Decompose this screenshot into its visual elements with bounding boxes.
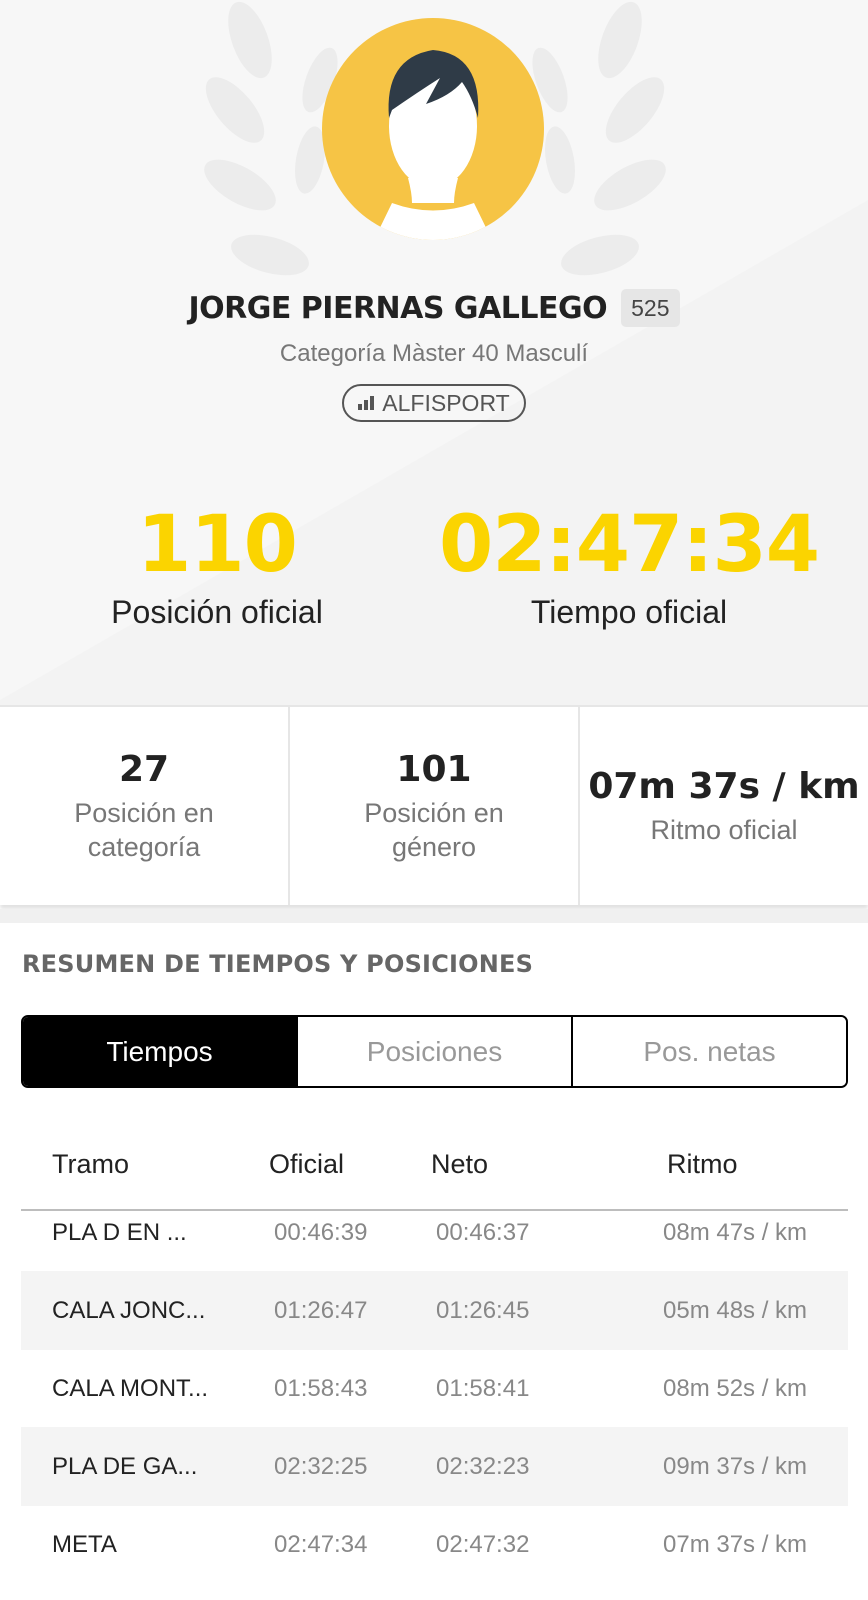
gender-position-value: 101	[396, 748, 472, 790]
table-row[interactable]: CALA MONT... 01:58:43 01:58:41 08m 52s /…	[21, 1349, 848, 1428]
tab-pos-netas[interactable]: Pos. netas	[573, 1017, 846, 1086]
official-time-label: Tiempo oficial	[530, 594, 728, 630]
team-badge[interactable]: ALFISPORT	[342, 384, 526, 422]
category-position-label: Posición en categoría	[74, 797, 214, 862]
column-header-oficial: Oficial	[269, 1149, 345, 1179]
athlete-category: Categoría Màster 40 Masculí	[279, 340, 589, 367]
column-header-neto: Neto	[431, 1149, 489, 1179]
cell-ritmo: 07m 37s / km	[663, 1531, 808, 1558]
cell-neto: 01:26:45	[436, 1297, 530, 1324]
cell-ritmo: 09m 37s / km	[663, 1453, 808, 1480]
bib-number-badge: 525	[621, 289, 680, 327]
official-pace-label: Ritmo oficial	[650, 814, 798, 845]
cell-tramo: PLA DE GA...	[52, 1453, 198, 1480]
avatar	[322, 18, 544, 240]
cell-oficial: 02:32:25	[274, 1453, 368, 1480]
cell-ritmo: 05m 48s / km	[663, 1297, 808, 1324]
table-row[interactable]: META 02:47:34 02:47:32 07m 37s / km	[21, 1505, 848, 1584]
stats-row: 27 Posición en categoría 101 Posición en…	[0, 705, 868, 905]
gender-position-label: Posición en género	[364, 797, 504, 862]
cell-oficial: 02:47:34	[274, 1531, 368, 1558]
cell-oficial: 01:26:47	[274, 1297, 368, 1324]
cell-oficial: 01:58:43	[274, 1375, 368, 1402]
cell-neto: 02:47:32	[436, 1531, 530, 1558]
cell-tramo: PLA D EN ...	[52, 1219, 187, 1246]
gender-position-cell: 101 Posición en género	[290, 707, 580, 905]
cell-neto: 01:58:41	[436, 1375, 530, 1402]
official-position: 110 Posición oficial	[0, 500, 434, 631]
signal-bars-icon	[358, 396, 375, 410]
official-position-value: 110	[137, 500, 298, 590]
table-row[interactable]: PLA DE GA... 02:32:25 02:32:23 09m 37s /…	[21, 1427, 848, 1506]
tab-tiempos[interactable]: Tiempos	[23, 1017, 298, 1086]
cell-ritmo: 08m 52s / km	[663, 1375, 808, 1402]
column-header-ritmo: Ritmo	[667, 1149, 738, 1179]
official-time: 02:47:34 Tiempo oficial	[412, 500, 846, 631]
cell-oficial: 00:46:39	[274, 1219, 368, 1246]
section-title: RESUMEN DE TIEMPOS Y POSICIONES	[22, 950, 534, 978]
segmented-tabs: Tiempos Posiciones Pos. netas	[21, 1015, 848, 1088]
user-avatar-icon	[374, 50, 492, 240]
team-name: ALFISPORT	[382, 389, 510, 416]
category-position-cell: 27 Posición en categoría	[0, 707, 290, 905]
athlete-name-row: JORGE PIERNAS GALLEGO 525	[0, 282, 868, 334]
official-pace-cell: 07m 37s / km Ritmo oficial	[580, 707, 868, 905]
cell-tramo: CALA MONT...	[52, 1375, 209, 1402]
athlete-header: JORGE PIERNAS GALLEGO 525 Categoría Màst…	[0, 0, 868, 705]
official-pace-value: 07m 37s / km	[588, 765, 860, 807]
official-position-label: Posición oficial	[111, 594, 323, 630]
column-header-tramo: Tramo	[52, 1149, 130, 1179]
cell-tramo: META	[52, 1531, 117, 1558]
official-time-value: 02:47:34	[438, 500, 820, 590]
athlete-name: JORGE PIERNAS GALLEGO	[188, 290, 608, 326]
cell-ritmo: 08m 47s / km	[663, 1219, 808, 1246]
table-row[interactable]: PLA D EN ... 00:46:39 00:46:37 08m 47s /…	[21, 1193, 848, 1272]
cell-neto: 02:32:23	[436, 1453, 530, 1480]
section-divider	[0, 909, 868, 923]
category-position-value: 27	[118, 748, 170, 790]
table-row[interactable]: CALA JONC... 01:26:47 01:26:45 05m 48s /…	[21, 1271, 848, 1350]
cell-neto: 00:46:37	[436, 1219, 530, 1246]
cell-tramo: CALA JONC...	[52, 1297, 206, 1324]
tab-posiciones[interactable]: Posiciones	[298, 1017, 573, 1086]
